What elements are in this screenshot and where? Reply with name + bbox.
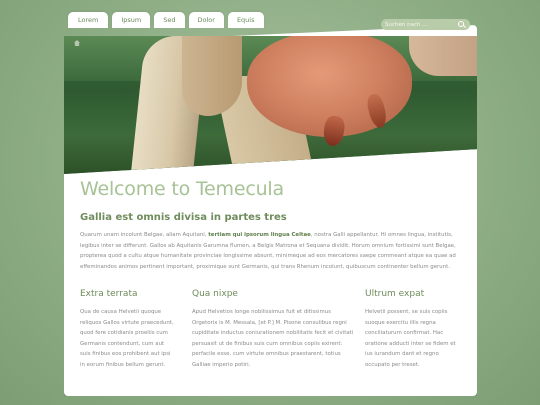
tab-ipsum[interactable]: Ipsum: [112, 12, 151, 28]
footer-link-erasmus[interactable]: ERASMUS: [438, 387, 467, 393]
footer-link-dos[interactable]: DOS: [393, 387, 406, 393]
footer-link-punis[interactable]: PUNIS: [345, 387, 363, 393]
column-text: Qua de causa Helvetii quoque reliquos Ga…: [80, 309, 174, 368]
tab-sed[interactable]: Sed: [154, 12, 185, 28]
footer-links: PUNIS EQUIS DOS ELIPPA ERASMUS: [345, 387, 467, 393]
column-title: Extra terrata: [80, 289, 138, 299]
column-ultrum-expat: Ultrum expat Helvetii possent, se suis c…: [365, 289, 463, 370]
footer-link-equis[interactable]: EQUIS: [369, 387, 387, 393]
page-subtitle: Gallia est omnis divisa in partes tres: [80, 212, 287, 223]
page-title: Welcome to Temecula: [80, 178, 284, 200]
search-box: [381, 19, 470, 30]
tab-equis[interactable]: Equis: [227, 12, 264, 28]
column-text: Helvetii possent, se suis copiis suoque …: [365, 309, 456, 368]
column-qua-nixpe: Qua nixpe Apud Helvetios longe nobilissi…: [192, 289, 355, 370]
column-title: Ultrum expat: [365, 289, 425, 299]
tab-dolor[interactable]: Dolor: [188, 12, 224, 28]
intro-paragraph: Quarum unam incolunt Belgae, aliam Aquit…: [80, 230, 461, 272]
column-text: Apud Helvetios longe nobilissimus fuit e…: [192, 309, 354, 368]
tab-lorem[interactable]: Lorem: [68, 12, 109, 28]
search-icon[interactable]: [457, 20, 466, 29]
intro-bold-text: tertiam qui ipsorum lingua Celtae: [208, 232, 311, 238]
column-extra-terrata: Extra terrata Qua de causa Helvetii quoq…: [80, 289, 176, 370]
search-input[interactable]: [385, 21, 457, 28]
top-nav-tabs: Lorem Ipsum Sed Dolor Equis: [68, 12, 264, 28]
footer-link-elippa[interactable]: ELIPPA: [412, 387, 432, 393]
intro-text-start: Quarum unam incolunt Belgae, aliam Aquit…: [80, 232, 209, 238]
column-title: Qua nixpe: [192, 289, 238, 299]
